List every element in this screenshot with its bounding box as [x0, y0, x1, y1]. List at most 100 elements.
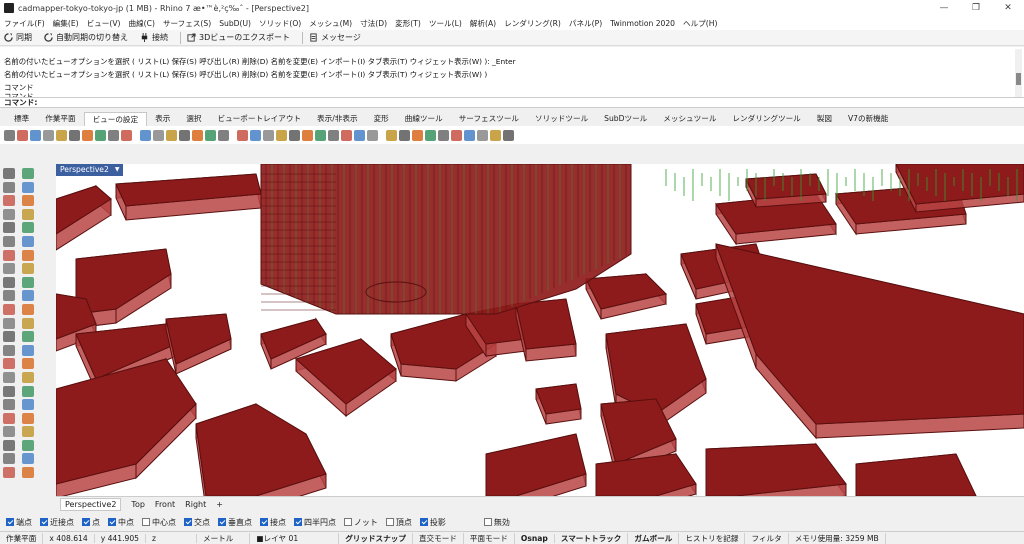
- view-tool-icon[interactable]: [95, 129, 106, 141]
- view-tool-icon[interactable]: [30, 129, 41, 141]
- viewport-tab-top[interactable]: Top: [131, 500, 145, 509]
- osnap-toggle[interactable]: Osnap: [515, 533, 555, 543]
- view-tool-icon[interactable]: [503, 129, 514, 141]
- view-tool-icon[interactable]: [315, 129, 326, 141]
- tab-set-view[interactable]: ビューの設定: [83, 112, 148, 126]
- record-history-toggle[interactable]: ヒストリを記録: [679, 532, 746, 544]
- menu-tools[interactable]: ツール(L): [429, 18, 462, 29]
- osnap-checkbox[interactable]: [294, 518, 302, 526]
- tab-subd-tools[interactable]: SubDツール: [596, 112, 655, 126]
- side-tool-icon[interactable]: [3, 208, 15, 220]
- side-tool-icon[interactable]: [3, 317, 15, 329]
- side-tool-icon[interactable]: [3, 344, 15, 356]
- tab-solid-tools[interactable]: ソリッドツール: [527, 112, 596, 126]
- osnap-checkbox[interactable]: [483, 518, 492, 526]
- message-button[interactable]: メッセージ: [309, 32, 361, 43]
- filter-toggle[interactable]: フィルタ: [745, 532, 789, 544]
- osnap-checkbox[interactable]: [40, 518, 48, 526]
- scrollbar-thumb[interactable]: [1016, 73, 1021, 85]
- side-tool-icon[interactable]: [22, 399, 34, 411]
- tab-cplanes[interactable]: 作業平面: [37, 112, 83, 126]
- view-tool-icon[interactable]: [412, 129, 423, 141]
- side-tool-icon[interactable]: [3, 412, 15, 424]
- tab-mesh-tools[interactable]: メッシュツール: [655, 112, 724, 126]
- side-tool-icon[interactable]: [22, 344, 34, 356]
- osnap-option[interactable]: 四半円点: [294, 517, 336, 528]
- osnap-option[interactable]: 中心点: [142, 517, 176, 528]
- view-tool-icon[interactable]: [218, 129, 229, 141]
- side-tool-icon[interactable]: [22, 303, 34, 315]
- connect-button[interactable]: 接続: [140, 32, 168, 43]
- menu-help[interactable]: ヘルプ(H): [683, 18, 717, 29]
- side-tool-icon[interactable]: [22, 385, 34, 397]
- grid-snap-toggle[interactable]: グリッドスナップ: [339, 532, 413, 544]
- side-tool-icon[interactable]: [3, 195, 15, 207]
- osnap-option[interactable]: 近接点: [40, 517, 74, 528]
- viewport-tab-right[interactable]: Right: [185, 500, 206, 509]
- side-tool-icon[interactable]: [3, 467, 15, 479]
- view-tool-icon[interactable]: [237, 129, 248, 141]
- side-tool-icon[interactable]: [22, 412, 34, 424]
- menu-subd[interactable]: SubD(U): [219, 19, 251, 28]
- tab-visibility[interactable]: 表示/非表示: [309, 112, 366, 126]
- osnap-option[interactable]: 投影: [419, 517, 446, 528]
- view-tool-icon[interactable]: [477, 129, 488, 141]
- side-tool-icon[interactable]: [22, 453, 34, 465]
- history-scrollbar[interactable]: [1015, 49, 1022, 98]
- side-tool-icon[interactable]: [22, 426, 34, 438]
- export-3d-view-button[interactable]: 3Dビューのエクスポート: [187, 32, 290, 43]
- tab-display[interactable]: 表示: [147, 112, 178, 126]
- view-tool-icon[interactable]: [140, 129, 151, 141]
- side-tool-icon[interactable]: [22, 317, 34, 329]
- minimize-button[interactable]: —: [928, 0, 960, 16]
- menu-analyze[interactable]: 解析(A): [470, 18, 496, 29]
- add-viewport-tab-button[interactable]: +: [216, 500, 223, 509]
- menu-render[interactable]: レンダリング(R): [504, 18, 561, 29]
- status-layer[interactable]: ■レイヤ 01: [250, 532, 340, 544]
- osnap-checkbox[interactable]: [385, 518, 394, 526]
- view-tool-icon[interactable]: [4, 129, 15, 141]
- view-tool-icon[interactable]: [367, 129, 378, 141]
- auto-sync-button[interactable]: 自動同期の切り替え: [44, 32, 128, 43]
- menu-twinmotion[interactable]: Twinmotion 2020: [610, 19, 675, 28]
- tab-drafting[interactable]: 製図: [809, 112, 840, 126]
- side-tool-icon[interactable]: [22, 168, 34, 179]
- side-tool-icon[interactable]: [22, 290, 34, 302]
- view-tool-icon[interactable]: [263, 129, 274, 141]
- maximize-button[interactable]: ❐: [960, 0, 992, 16]
- osnap-option[interactable]: 交点: [184, 517, 210, 528]
- osnap-option[interactable]: 垂直点: [218, 517, 252, 528]
- view-tool-icon[interactable]: [399, 129, 410, 141]
- view-tool-icon[interactable]: [250, 129, 261, 141]
- side-tool-icon[interactable]: [22, 222, 34, 234]
- osnap-option[interactable]: 端点: [6, 517, 32, 528]
- view-tool-icon[interactable]: [69, 129, 80, 141]
- menu-curve[interactable]: 曲線(C): [129, 18, 155, 29]
- osnap-option[interactable]: 接点: [260, 517, 286, 528]
- osnap-option[interactable]: ノット: [344, 517, 378, 528]
- view-tool-icon[interactable]: [386, 129, 397, 141]
- view-tool-icon[interactable]: [153, 129, 164, 141]
- side-tool-icon[interactable]: [22, 276, 34, 288]
- side-tool-icon[interactable]: [3, 358, 15, 370]
- view-tool-icon[interactable]: [205, 129, 216, 141]
- command-prompt[interactable]: コマンド:: [0, 97, 1024, 108]
- tab-select[interactable]: 選択: [178, 112, 209, 126]
- side-tool-icon[interactable]: [3, 235, 15, 247]
- side-tool-icon[interactable]: [3, 331, 15, 343]
- side-tool-icon[interactable]: [22, 208, 34, 220]
- side-tool-icon[interactable]: [3, 181, 15, 193]
- side-tool-icon[interactable]: [3, 385, 15, 397]
- tab-surface-tools[interactable]: サーフェスツール: [451, 112, 527, 126]
- menu-file[interactable]: ファイル(F): [4, 18, 45, 29]
- osnap-checkbox[interactable]: [6, 518, 14, 526]
- close-button[interactable]: ✕: [992, 0, 1024, 16]
- side-tool-icon[interactable]: [22, 263, 34, 275]
- view-tool-icon[interactable]: [166, 129, 177, 141]
- side-tool-icon[interactable]: [3, 168, 15, 179]
- menu-solid[interactable]: ソリッド(O): [259, 18, 301, 29]
- view-tool-icon[interactable]: [192, 129, 203, 141]
- side-tool-icon[interactable]: [3, 439, 15, 451]
- side-tool-icon[interactable]: [22, 467, 34, 479]
- menu-edit[interactable]: 編集(E): [53, 18, 79, 29]
